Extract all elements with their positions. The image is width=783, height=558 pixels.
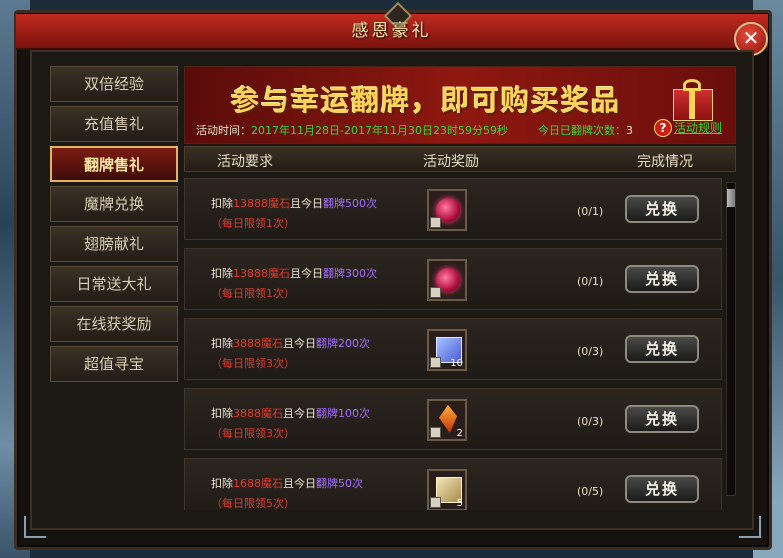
sidebar-item-magic-card-exchange[interactable]: 魔牌兑换: [50, 186, 178, 222]
col-reward: 活动奖励: [423, 154, 479, 170]
reward-item-slot[interactable]: [427, 189, 467, 231]
sidebar-item-treasure-hunt[interactable]: 超值寻宝: [50, 346, 178, 382]
window-title: 感恩豪礼: [351, 21, 432, 41]
sidebar-item-flip-card-gift[interactable]: 翻牌售礼: [50, 146, 178, 182]
table-row: 扣除3888魔石且今日翻牌200次 （每日限领3次） 10 (0/3) 兑换: [184, 318, 722, 380]
event-time: 活动时间：2017年11月28日-2017年11月30日23时59分59秒: [196, 122, 508, 138]
gift-box-icon: [667, 75, 717, 121]
progress-status: (0/5): [577, 485, 604, 498]
event-time-label: 活动时间：: [196, 124, 251, 137]
close-icon: ✕: [742, 26, 760, 50]
requirement-text: 扣除3888魔石且今日翻牌200次: [211, 337, 370, 350]
rules-link[interactable]: ? 活动规则: [654, 119, 722, 137]
exchange-button[interactable]: 兑换: [625, 265, 699, 293]
exchange-button[interactable]: 兑换: [625, 195, 699, 223]
lock-icon: [430, 427, 441, 438]
lock-icon: [430, 217, 441, 228]
limit-text: （每日限领3次）: [211, 427, 295, 440]
limit-text: （每日限领3次）: [211, 357, 295, 370]
scrollbar-thumb[interactable]: [727, 189, 735, 207]
limit-text: （每日限领5次）: [211, 497, 295, 510]
event-time-value: 2017年11月28日-2017年11月30日23时59分59秒: [251, 124, 508, 137]
requirement-text: 扣除13888魔石且今日翻牌300次: [211, 267, 377, 280]
progress-status: (0/3): [577, 345, 604, 358]
table-row: 扣除1688魔石且今日翻牌50次 （每日限领5次） 5 (0/5) 兑换: [184, 458, 722, 510]
progress-status: (0/3): [577, 415, 604, 428]
corner-ornament-left: [24, 516, 46, 538]
item-quantity: 10: [450, 358, 463, 369]
reward-item-slot[interactable]: 2: [427, 399, 467, 441]
help-icon: ?: [654, 119, 672, 137]
fire-crystal-icon: [439, 405, 457, 433]
exchange-button[interactable]: 兑换: [625, 405, 699, 433]
col-status: 完成情况: [637, 154, 693, 170]
limit-text: （每日限领1次）: [211, 287, 295, 300]
sidebar: 双倍经验 充值售礼 翻牌售礼 魔牌兑换 翅膀献礼 日常送大礼 在线获奖励 超值寻…: [50, 66, 180, 386]
sidebar-item-daily-gift[interactable]: 日常送大礼: [50, 266, 178, 302]
sidebar-item-recharge-gift[interactable]: 充值售礼: [50, 106, 178, 142]
reward-list: 扣除13888魔石且今日翻牌500次 （每日限领1次） (0/1) 兑换 扣除1…: [184, 176, 724, 510]
table-row: 扣除13888魔石且今日翻牌500次 （每日限领1次） (0/1) 兑换: [184, 178, 722, 240]
sidebar-item-wing-gift[interactable]: 翅膀献礼: [50, 226, 178, 262]
banner-title: 参与幸运翻牌，即可购买奖品: [231, 84, 622, 117]
sidebar-item-online-reward[interactable]: 在线获奖励: [50, 306, 178, 342]
reward-item-slot[interactable]: 10: [427, 329, 467, 371]
progress-status: (0/1): [577, 275, 604, 288]
lock-icon: [430, 287, 441, 298]
requirement-text: 扣除13888魔石且今日翻牌500次: [211, 197, 377, 210]
limit-text: （每日限领1次）: [211, 217, 295, 230]
table-row: 扣除3888魔石且今日翻牌100次 （每日限领3次） 2 (0/3) 兑换: [184, 388, 722, 450]
col-requirement: 活动要求: [217, 154, 273, 170]
exchange-button[interactable]: 兑换: [625, 335, 699, 363]
rules-label: 活动规则: [674, 121, 723, 135]
list-scrollbar[interactable]: [726, 182, 736, 496]
lock-icon: [430, 357, 441, 368]
item-quantity: 2: [456, 428, 463, 439]
exchange-button[interactable]: 兑换: [625, 475, 699, 503]
requirement-text: 扣除3888魔石且今日翻牌100次: [211, 407, 370, 420]
requirement-text: 扣除1688魔石且今日翻牌50次: [211, 477, 363, 490]
table-row: 扣除13888魔石且今日翻牌300次 （每日限领1次） (0/1) 兑换: [184, 248, 722, 310]
reward-item-slot[interactable]: 5: [427, 469, 467, 510]
progress-status: (0/1): [577, 205, 604, 218]
flip-count-value: 3: [626, 124, 633, 137]
item-quantity: 5: [456, 498, 463, 509]
sidebar-item-double-exp[interactable]: 双倍经验: [50, 66, 178, 102]
flip-count: 今日已翻牌次数：3: [538, 122, 633, 138]
corner-ornament-right: [739, 516, 761, 538]
reward-item-slot[interactable]: [427, 259, 467, 301]
table-header: 活动要求 活动奖励 完成情况: [184, 146, 736, 172]
flip-count-label: 今日已翻牌次数：: [538, 124, 626, 137]
lock-icon: [430, 497, 441, 508]
